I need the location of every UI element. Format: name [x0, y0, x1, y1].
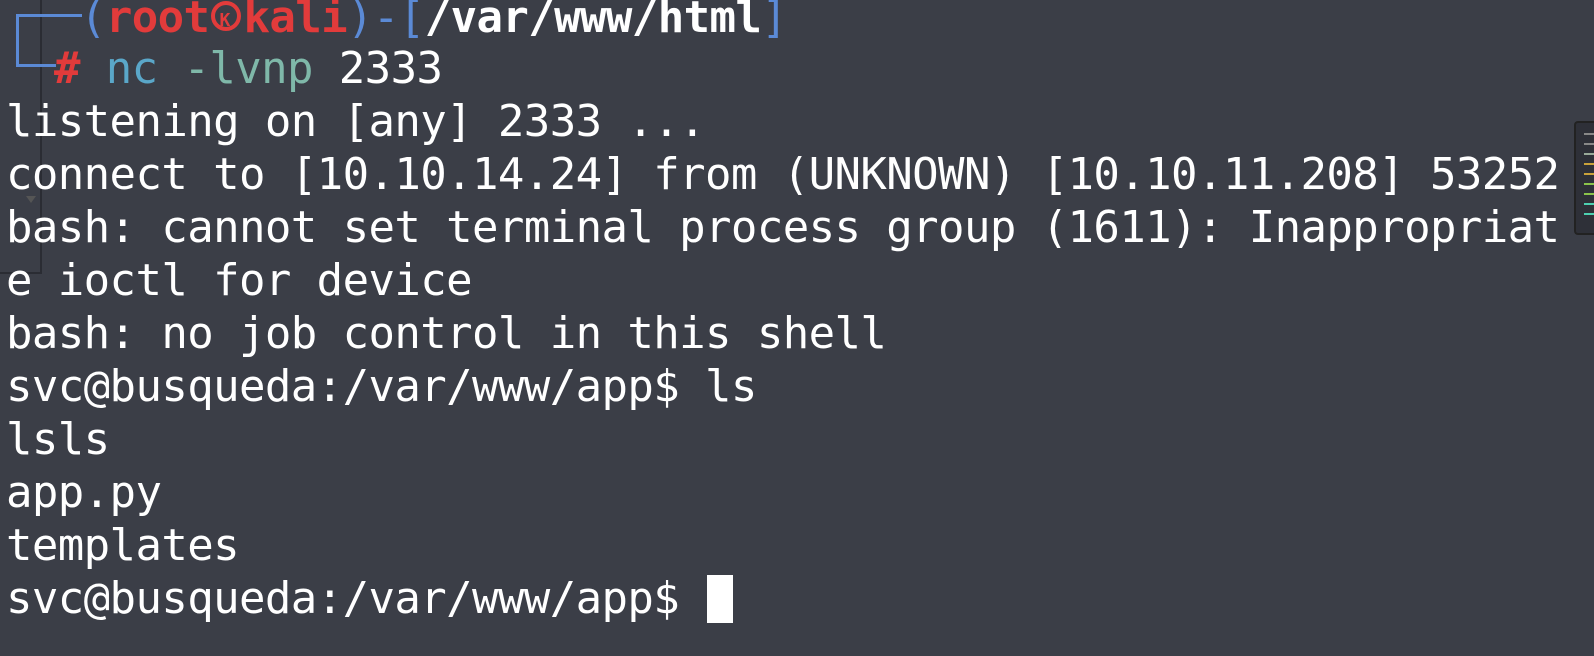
- text-cursor: [707, 575, 734, 623]
- command-name: nc: [105, 43, 158, 94]
- output-line: app.py: [6, 467, 162, 518]
- prompt-tree-top: [16, 14, 82, 17]
- prompt-open-bracket: [: [398, 0, 425, 43]
- scroll-tick: [1584, 163, 1594, 165]
- scroll-tick: [1584, 213, 1594, 215]
- prompt-header-line: (root kali)-[/var/www/html]: [80, 0, 788, 48]
- scroll-tick: [1584, 193, 1594, 195]
- prompt-close-bracket: ]: [761, 0, 788, 43]
- prompt-tree-bottom: [16, 64, 56, 67]
- command-line: # nc -lvnp 2333: [54, 42, 443, 96]
- scroll-tick: [1584, 203, 1594, 205]
- prompt-open-paren: (: [80, 0, 106, 43]
- prompt-cwd: /var/www/html: [424, 0, 762, 43]
- current-prompt: svc@busqueda:/var/www/app$: [6, 573, 706, 624]
- prompt-user: root: [105, 0, 210, 43]
- current-prompt-line[interactable]: svc@busqueda:/var/www/app$: [6, 572, 734, 626]
- terminal-window[interactable]: (root kali)-[/var/www/html] # nc -lvnp 23…: [0, 0, 1594, 656]
- kali-skull-icon: [211, 0, 242, 48]
- prompt-host: kali: [243, 0, 348, 43]
- scroll-tick: [1584, 133, 1594, 135]
- output-line: connect to [10.10.14.24] from (UNKNOWN) …: [6, 149, 1560, 200]
- scroll-tick: [1584, 173, 1594, 175]
- scroll-tick: [1584, 153, 1594, 155]
- prompt-dash: -: [372, 0, 399, 43]
- prompt-tree-vertical: [16, 14, 19, 66]
- output-line: e ioctl for device: [6, 255, 473, 306]
- output-line: bash: no job control in this shell: [6, 308, 887, 359]
- prompt-hash: #: [54, 43, 80, 94]
- output-line: lsls: [6, 414, 110, 465]
- prompt-close-paren: ): [347, 0, 373, 43]
- output-line: listening on [any] 2333 ...: [6, 96, 706, 147]
- scroll-tick: [1584, 143, 1594, 145]
- scrollbar[interactable]: [1574, 121, 1594, 235]
- output-line: bash: cannot set terminal process group …: [6, 202, 1560, 253]
- command-args: -lvnp: [183, 43, 313, 94]
- scroll-tick: [1584, 183, 1594, 185]
- command-port: 2333: [338, 43, 443, 94]
- output-line: svc@busqueda:/var/www/app$ ls: [6, 361, 757, 412]
- output-line: templates: [6, 520, 240, 571]
